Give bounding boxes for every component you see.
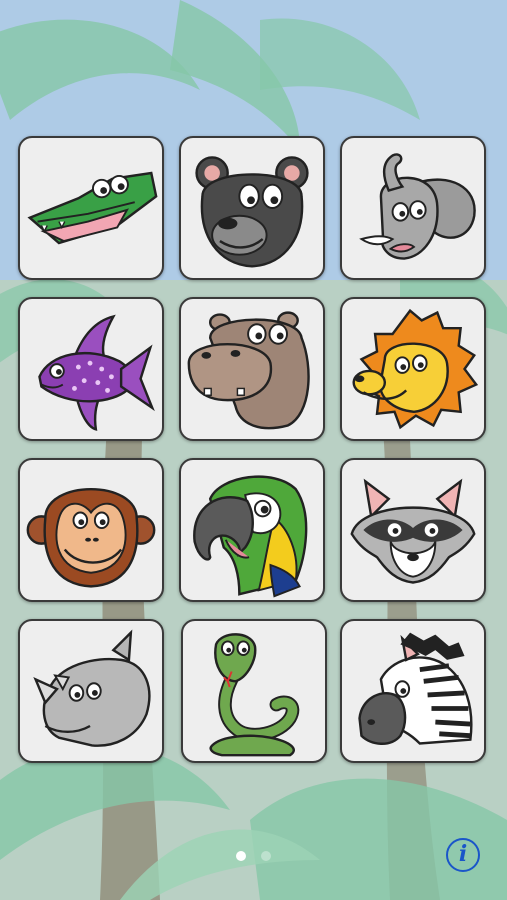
monkey-icon	[26, 487, 156, 588]
elephant-icon	[359, 153, 476, 260]
fish-icon	[38, 314, 155, 431]
rhino-icon	[33, 629, 151, 747]
info-icon: i	[458, 841, 468, 867]
snake-icon	[209, 633, 300, 757]
crocodile-icon	[27, 171, 158, 245]
animal-grid	[0, 0, 507, 900]
tile-raccoon[interactable]	[340, 458, 486, 602]
tile-rhino[interactable]	[18, 619, 164, 763]
tile-snake[interactable]	[181, 619, 327, 763]
parrot-icon	[193, 475, 308, 598]
info-button[interactable]: i	[446, 838, 480, 872]
page-indicator[interactable]	[0, 846, 507, 861]
lion-icon	[352, 308, 479, 430]
page-dot-2[interactable]	[261, 851, 272, 861]
tile-fish[interactable]	[18, 297, 164, 441]
tile-hippo[interactable]	[179, 297, 325, 441]
tile-monkey[interactable]	[18, 458, 164, 602]
zebra-icon	[358, 632, 473, 745]
tile-lion[interactable]	[340, 297, 486, 441]
page-dot-1[interactable]	[235, 851, 246, 861]
raccoon-icon	[350, 478, 476, 584]
tile-zebra[interactable]	[340, 619, 486, 763]
tile-crocodile[interactable]	[18, 136, 164, 280]
hippo-icon	[187, 311, 310, 430]
tile-elephant[interactable]	[340, 136, 486, 280]
bear-icon	[195, 156, 309, 268]
tile-parrot[interactable]	[179, 458, 325, 602]
tile-bear[interactable]	[179, 136, 325, 280]
